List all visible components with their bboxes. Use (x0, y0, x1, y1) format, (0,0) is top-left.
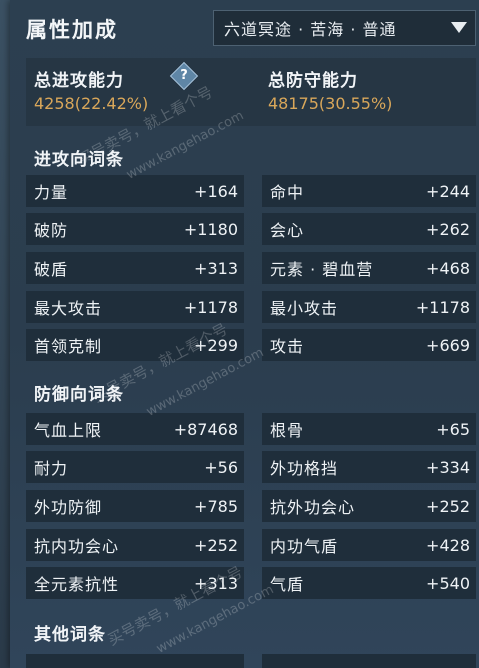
stat-row: 力量 +164 (26, 175, 244, 207)
stat-value: +540 (426, 573, 470, 593)
stat-name: 首领克制 (34, 337, 103, 356)
total-defense-label: 总防守能力 (268, 71, 358, 91)
stat-row: 攻击 +669 (262, 329, 476, 361)
stat-row: 气血上限 +87468 (26, 413, 244, 445)
stat-name: 内功气盾 (270, 537, 339, 556)
stat-row: 耐力 +56 (26, 451, 244, 483)
stat-name: 根骨 (270, 421, 305, 440)
stat-name: 命中 (270, 183, 305, 202)
stat-row-cutoff (262, 654, 476, 668)
stat-row: 破防 +1180 (26, 213, 244, 245)
stat-value: +1180 (183, 219, 238, 239)
stat-name: 耐力 (34, 459, 69, 478)
stat-name: 抗外功会心 (270, 498, 356, 517)
stat-value: +1178 (183, 297, 238, 317)
stat-value: +262 (426, 219, 470, 239)
stat-row: 全元素抗性 +313 (26, 567, 244, 599)
chevron-down-icon[interactable] (451, 22, 467, 33)
stat-row: 最小攻击 +1178 (262, 291, 476, 323)
section-attack-title: 进攻向词条 (34, 150, 124, 170)
stat-value: +299 (194, 335, 238, 355)
stat-name: 外功格挡 (270, 459, 339, 478)
stat-row: 最大攻击 +1178 (26, 291, 244, 323)
stat-row: 破盾 +313 (26, 252, 244, 284)
stat-row: 抗外功会心 +252 (262, 490, 476, 522)
stat-value: +468 (426, 258, 470, 278)
stat-row: 内功气盾 +428 (262, 529, 476, 561)
stat-name: 力量 (34, 183, 69, 202)
stat-row: 外功格挡 +334 (262, 451, 476, 483)
stat-name: 破防 (34, 221, 69, 240)
stat-value: +87468 (173, 419, 238, 439)
stat-name: 元素 · 碧血营 (270, 260, 374, 279)
stat-name: 外功防御 (34, 498, 103, 517)
stat-name: 最大攻击 (34, 299, 103, 318)
stat-row: 抗内功会心 +252 (26, 529, 244, 561)
stat-value: +334 (426, 457, 470, 477)
summary-box: 总进攻能力 ? 4258(22.42%) 总防守能力 48175(30.55%) (26, 58, 476, 126)
stat-value: +164 (194, 181, 238, 201)
stat-row: 元素 · 碧血营 +468 (262, 252, 476, 284)
stat-name: 气血上限 (34, 421, 103, 440)
stat-value: +785 (194, 496, 238, 516)
total-attack-value: 4258(22.42%) (34, 94, 149, 113)
stat-row: 会心 +262 (262, 213, 476, 245)
section-other-title: 其他词条 (34, 625, 106, 645)
stat-row-cutoff (26, 654, 244, 668)
stat-name: 全元素抗性 (34, 575, 120, 594)
stat-name: 气盾 (270, 575, 305, 594)
stat-value: +244 (426, 181, 470, 201)
stat-value: +669 (426, 335, 470, 355)
stat-name: 破盾 (34, 260, 69, 279)
stat-name: 最小攻击 (270, 299, 339, 318)
stat-row: 首领克制 +299 (26, 329, 244, 361)
stat-row: 外功防御 +785 (26, 490, 244, 522)
stat-row: 根骨 +65 (262, 413, 476, 445)
stat-value: +1178 (415, 297, 470, 317)
total-attack-label: 总进攻能力 (34, 71, 124, 91)
stat-row: 气盾 +540 (262, 567, 476, 599)
mode-dropdown-value: 六道冥途 · 苦海 · 普通 (224, 20, 397, 39)
stat-value: +65 (436, 419, 470, 439)
stat-value: +428 (426, 535, 470, 555)
section-defense-title: 防御向词条 (34, 385, 124, 405)
stat-name: 抗内功会心 (34, 537, 120, 556)
panel-title: 属性加成 (26, 18, 118, 42)
stat-value: +252 (426, 496, 470, 516)
stat-value: +252 (194, 535, 238, 555)
total-defense-value: 48175(30.55%) (268, 94, 393, 113)
stat-value: +313 (194, 258, 238, 278)
stat-name: 会心 (270, 221, 305, 240)
help-icon[interactable]: ? (169, 61, 199, 91)
stat-row: 命中 +244 (262, 175, 476, 207)
mode-dropdown[interactable]: 六道冥途 · 苦海 · 普通 (213, 10, 476, 46)
stat-name: 攻击 (270, 337, 305, 356)
stat-value: +56 (204, 457, 238, 477)
stat-value: +313 (194, 573, 238, 593)
